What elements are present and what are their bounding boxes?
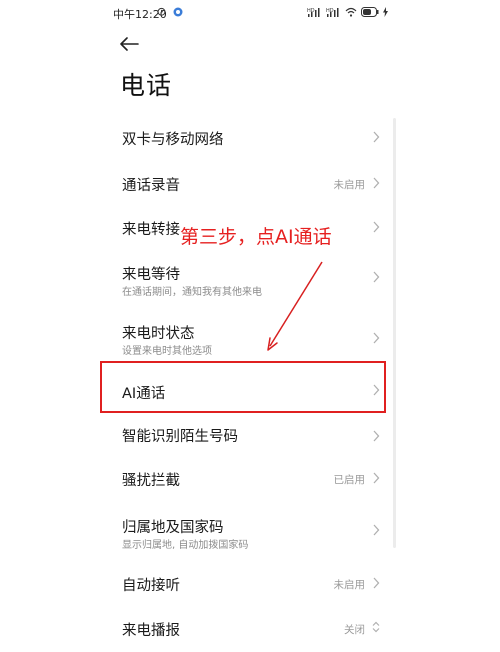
svg-text:HD: HD <box>326 8 334 14</box>
alarm-clock-icon <box>157 7 166 16</box>
list-item-incoming-status[interactable]: 来电时状态 设置来电时其他选项 <box>100 312 395 364</box>
row-subtitle: 显示归属地, 自动加拨国家码 <box>122 540 249 551</box>
row-title: 智能识别陌生号码 <box>122 429 238 445</box>
list-item-smart-identify[interactable]: 智能识别陌生号码 <box>100 414 395 456</box>
status-icons: HD HD <box>307 5 388 19</box>
row-value: 未启用 <box>333 579 366 591</box>
annotation-text: 第三步，点AI通话 <box>180 226 332 248</box>
list-item-dual-sim[interactable]: 双卡与移动网络 <box>100 112 395 162</box>
chevron-updown-icon <box>372 621 380 633</box>
row-value: 已启用 <box>333 474 366 486</box>
chevron-right-icon <box>373 332 380 344</box>
row-title: 来电等待 <box>122 267 180 283</box>
chevron-right-icon <box>373 430 380 442</box>
scrollbar[interactable] <box>393 118 396 548</box>
battery-icon <box>361 7 379 17</box>
list-item-auto-answer[interactable]: 自动接听 未启用 <box>100 562 395 604</box>
svg-text:HD: HD <box>307 8 315 14</box>
row-title: 通话录音 <box>122 178 180 194</box>
app-notification-icon <box>173 7 183 17</box>
row-value: 关闭 <box>344 624 365 636</box>
charging-icon <box>383 7 388 17</box>
list-item-call-waiting[interactable]: 来电等待 在通话期间，通知我有其他来电 <box>100 252 395 304</box>
chevron-right-icon <box>373 221 380 233</box>
list-item-call-recording[interactable]: 通话录音 未启用 <box>100 162 395 204</box>
list-item-harassment-block[interactable]: 骚扰拦截 已启用 <box>100 456 395 500</box>
row-title: 来电时状态 <box>122 326 195 342</box>
row-value: 未启用 <box>333 179 366 191</box>
signal-hd-icon: HD <box>307 8 320 17</box>
row-subtitle: 在通话期间，通知我有其他来电 <box>122 287 262 298</box>
row-title: 双卡与移动网络 <box>122 132 224 148</box>
chevron-right-icon <box>373 177 380 189</box>
chevron-right-icon <box>373 577 380 589</box>
annotation-highlight-box <box>100 361 386 413</box>
row-title: 自动接听 <box>122 578 180 594</box>
chevron-right-icon <box>373 131 380 143</box>
phone-settings-screen: 中午12:20 HD HD 电话 双卡与移动网络 通话录音 未启用 来电转接 来… <box>0 0 500 652</box>
row-title: 骚扰拦截 <box>122 473 180 489</box>
page-title: 电话 <box>120 71 173 100</box>
status-bar: 中午12:20 HD HD <box>0 0 500 28</box>
list-item-region-country-code[interactable]: 归属地及国家码 显示归属地, 自动加拨国家码 <box>100 504 395 556</box>
chevron-right-icon <box>373 472 380 484</box>
signal-hd-icon: HD <box>326 8 339 17</box>
back-arrow-icon[interactable] <box>118 34 142 54</box>
chevron-right-icon <box>373 524 380 536</box>
wifi-icon <box>345 7 357 17</box>
row-subtitle: 设置来电时其他选项 <box>122 346 212 357</box>
row-title: 来电转接 <box>122 222 180 238</box>
row-title: 归属地及国家码 <box>122 520 224 536</box>
list-item-call-announcement[interactable]: 来电播报 关闭 <box>100 608 395 648</box>
row-title: 来电播报 <box>122 623 180 639</box>
chevron-right-icon <box>373 271 380 283</box>
